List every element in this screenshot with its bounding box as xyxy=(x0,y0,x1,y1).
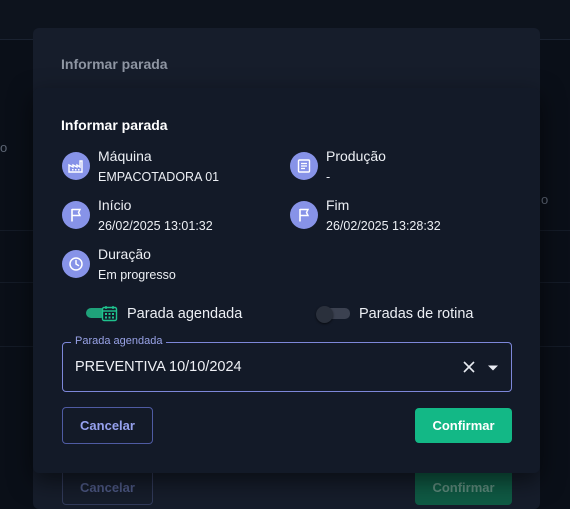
chevron-down-icon[interactable] xyxy=(487,361,499,373)
clock-icon xyxy=(62,250,90,278)
info-producao-label: Produção xyxy=(326,148,386,164)
parada-agendada-label: Parada agendada xyxy=(127,306,243,322)
document-icon xyxy=(290,152,318,180)
background-confirm-button: Confirmar xyxy=(415,469,512,505)
parada-agendada-select[interactable]: Parada agendada PREVENTIVA 10/10/2024 xyxy=(62,335,512,392)
cancel-button[interactable]: Cancelar xyxy=(62,407,153,444)
flag-icon xyxy=(290,201,318,229)
info-inicio-value: 26/02/2025 13:01:32 xyxy=(98,219,213,233)
confirm-button[interactable]: Confirmar xyxy=(415,408,512,443)
select-legend: Parada agendada xyxy=(71,335,167,347)
background-edge-text: o xyxy=(541,192,549,207)
info-producao-value: - xyxy=(326,170,331,184)
calendar-icon xyxy=(101,305,118,322)
info-fim-value: 26/02/2025 13:28:32 xyxy=(326,219,441,233)
toggle-thumb xyxy=(316,306,333,323)
paradas-rotina-label: Paradas de rotina xyxy=(359,306,474,322)
info-fim-label: Fim xyxy=(326,197,350,213)
paradas-rotina-toggle[interactable]: Paradas de rotina xyxy=(316,304,486,324)
background-dialog-title: Informar parada xyxy=(61,56,168,72)
flag-icon xyxy=(62,201,90,229)
parada-agendada-toggle[interactable]: Parada agendada xyxy=(86,304,256,324)
factory-icon xyxy=(62,152,90,180)
info-inicio-label: Início xyxy=(98,197,132,213)
clear-icon[interactable] xyxy=(461,359,477,375)
background-edge-text: o xyxy=(0,140,8,155)
select-value: PREVENTIVA 10/10/2024 xyxy=(75,359,242,375)
info-duracao-value: Em progresso xyxy=(98,268,176,282)
stop-report-dialog: Informar parada Máquina EMPACOTADORA 01 … xyxy=(33,88,540,473)
dialog-title: Informar parada xyxy=(61,117,168,133)
info-maquina-value: EMPACOTADORA 01 xyxy=(98,170,220,184)
background-cancel-button: Cancelar xyxy=(62,469,153,505)
info-maquina-label: Máquina xyxy=(98,148,152,164)
info-duracao-label: Duração xyxy=(98,246,151,262)
